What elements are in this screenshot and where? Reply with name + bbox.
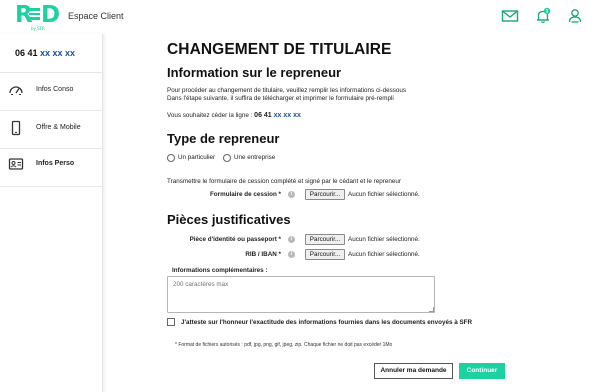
- identite-browse-button[interactable]: Parcourir...: [305, 234, 345, 245]
- identite-file-status: Aucun fichier sélectionné.: [348, 236, 420, 243]
- sidebar: 06 41 xx xx xx Infos Conso Offre & Mobil…: [0, 34, 103, 392]
- radio-label-particulier: Un particulier: [178, 154, 216, 161]
- sidebar-item-label: Offre & Mobile: [36, 124, 81, 131]
- sidebar-divider: [0, 72, 102, 73]
- radio-particulier[interactable]: [167, 154, 175, 162]
- file-format-note: * Format de fichiers autorisés : pdf, jp…: [175, 342, 393, 348]
- espace-client-label: Espace Client: [68, 11, 124, 21]
- sidebar-item-infos-conso[interactable]: Infos Conso: [0, 74, 102, 110]
- gauge-icon: [9, 86, 23, 95]
- notification-count: 1: [546, 8, 549, 13]
- red-logo[interactable]: R D by SFR: [15, 2, 60, 32]
- transmit-instruction: Transmettre le formulaire de cession com…: [167, 178, 401, 185]
- complementary-textarea[interactable]: [167, 276, 435, 313]
- mobile-phone-icon: [11, 120, 21, 136]
- info-icon[interactable]: i: [288, 191, 295, 198]
- rib-label: RIB / IBAN *: [245, 251, 281, 258]
- resize-handle-icon[interactable]: [429, 307, 434, 312]
- complementary-label: Informations complémentaires :: [172, 267, 268, 274]
- continue-button[interactable]: Continuer: [459, 363, 505, 379]
- section-heading-type: Type de repreneur: [167, 131, 280, 146]
- main-content: CHANGEMENT DE TITULAIRE Information sur …: [103, 34, 600, 392]
- sidebar-item-label: Infos Perso: [36, 160, 75, 167]
- info-icon[interactable]: i: [288, 251, 295, 258]
- sidebar-divider: [0, 186, 102, 187]
- sidebar-item-offre-mobile[interactable]: Offre & Mobile: [0, 112, 102, 148]
- sidebar-divider: [0, 110, 102, 111]
- intro-text-line2: Dans l'étape suivante, il suffira de tél…: [167, 95, 394, 102]
- section-heading-repreneur: Information sur le repreneur: [167, 65, 342, 80]
- top-header: R D by SFR Espace Client 1: [0, 0, 600, 34]
- cede-line-text: Vous souhaitez céder la ligne : 06 41 xx…: [167, 112, 301, 119]
- sidebar-phone-number: 06 41 xx xx xx: [15, 48, 76, 58]
- info-icon[interactable]: i: [288, 236, 295, 243]
- attest-checkbox[interactable]: [167, 318, 175, 326]
- id-card-icon: [8, 158, 24, 170]
- sidebar-item-label: Infos Conso: [36, 86, 74, 93]
- identite-label: Pièce d'identité ou passeport *: [189, 236, 281, 243]
- formulaire-browse-button[interactable]: Parcourir...: [305, 189, 345, 200]
- page-title: CHANGEMENT DE TITULAIRE: [167, 41, 392, 58]
- radio-label-entreprise: Une entreprise: [234, 154, 276, 161]
- formulaire-file-status: Aucun fichier sélectionné.: [348, 191, 420, 198]
- section-heading-pieces: Pièces justificatives: [167, 212, 291, 227]
- radio-entreprise[interactable]: [223, 154, 231, 162]
- notifications-bell-icon[interactable]: 1: [534, 7, 552, 25]
- formulaire-cession-label: Formulaire de cession *: [209, 191, 281, 198]
- line-number: 06 41 xx xx xx: [254, 112, 301, 119]
- rib-browse-button[interactable]: Parcourir...: [305, 249, 345, 260]
- user-account-icon[interactable]: [566, 7, 584, 25]
- attest-label: J'atteste sur l'honneur l'exactitude des…: [181, 319, 473, 326]
- cancel-request-button[interactable]: Annuler ma demande: [374, 363, 453, 379]
- sidebar-item-infos-perso[interactable]: Infos Perso: [0, 148, 102, 184]
- logo-subtitle: by SFR: [31, 26, 45, 31]
- rib-file-status: Aucun fichier sélectionné.: [348, 251, 420, 258]
- mail-icon[interactable]: [501, 7, 519, 25]
